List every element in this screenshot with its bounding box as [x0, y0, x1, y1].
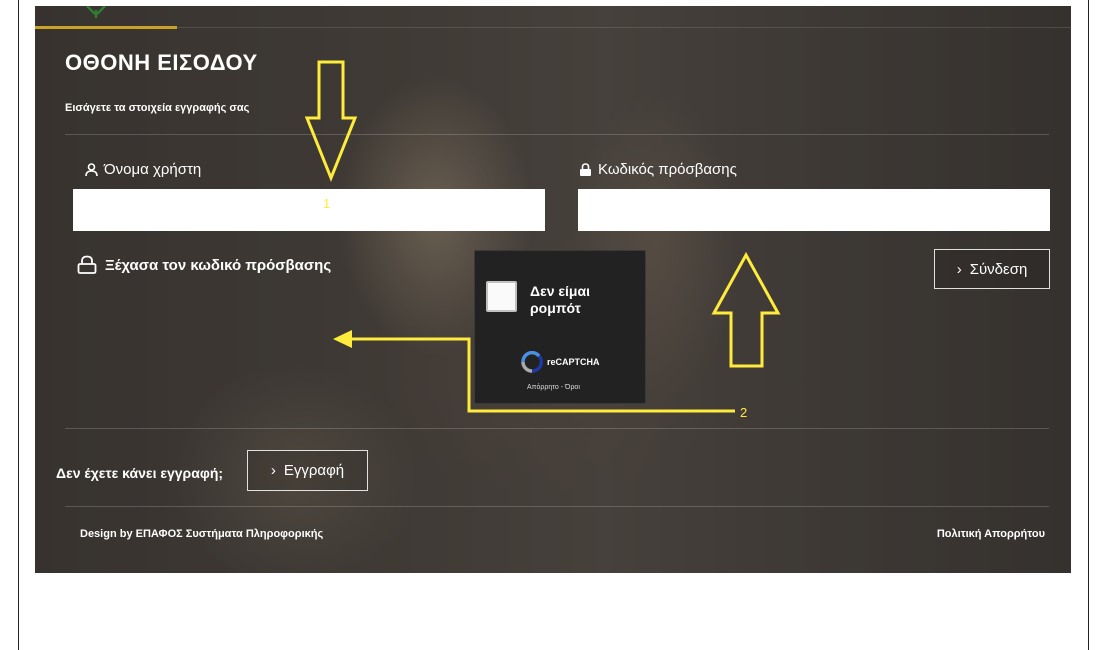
user-icon: [85, 162, 98, 176]
chevron-right-icon: ›: [956, 260, 962, 278]
forgot-password-link[interactable]: Ξέχασα τον κωδικό πρόσβασης: [77, 255, 331, 275]
register-prompt: Δεν έχετε κάνει εγγραφή;: [56, 465, 224, 481]
lock-icon: [580, 162, 591, 176]
login-button[interactable]: › Σύνδεση: [934, 249, 1050, 289]
login-screenshot: ΟΘΟΝΗ ΕΙΣΟΔΟΥ Εισάγετε τα στοιχεία εγγρα…: [35, 6, 1071, 573]
register-button[interactable]: › Εγγραφή: [247, 450, 368, 491]
recaptcha-icon: [521, 351, 544, 373]
recaptcha-checkbox[interactable]: [486, 281, 517, 312]
recaptcha-terms-link[interactable]: Απόρρητο - Όροι: [527, 384, 580, 391]
page-subtitle: Εισάγετε τα στοιχεία εγγραφής σας: [65, 102, 250, 114]
page-title: ΟΘΟΝΗ ΕΙΣΟΔΟΥ: [65, 50, 258, 75]
password-input[interactable]: [578, 189, 1050, 231]
username-label: Όνομα χρήστη: [85, 161, 201, 178]
username-input[interactable]: [73, 189, 545, 231]
password-label-text: Κωδικός πρόσβασης: [598, 161, 737, 178]
footer-credit: Design by ΕΠΑΦΟΣ Συστήματα Πληροφορικής: [80, 528, 324, 540]
password-label: Κωδικός πρόσβασης: [579, 161, 737, 178]
login-button-label: Σύνδεση: [969, 260, 1028, 278]
privacy-policy-link[interactable]: Πολιτική Απορρήτου: [937, 528, 1045, 540]
annotation-marker-1: 1: [323, 196, 331, 211]
username-label-text: Όνομα χρήστη: [104, 161, 202, 178]
chevron-right-icon: ›: [270, 462, 276, 479]
register-button-label: Εγγραφή: [283, 462, 345, 479]
section-divider: [65, 428, 1049, 429]
forgot-password-text: Ξέχασα τον κωδικό πρόσβασης: [105, 256, 332, 274]
annotation-marker-2: 2: [740, 405, 748, 420]
lock-icon: [77, 255, 97, 274]
footer-divider: [65, 506, 1049, 507]
recaptcha-label: Δεν είμαι ρομπότ: [530, 283, 590, 316]
recaptcha-brand: reCAPTCHA: [547, 357, 600, 367]
section-divider: [65, 134, 1049, 135]
recaptcha-widget: Δεν είμαι ρομπότ reCAPTCHA Απόρρητο - Όρ…: [474, 250, 646, 404]
